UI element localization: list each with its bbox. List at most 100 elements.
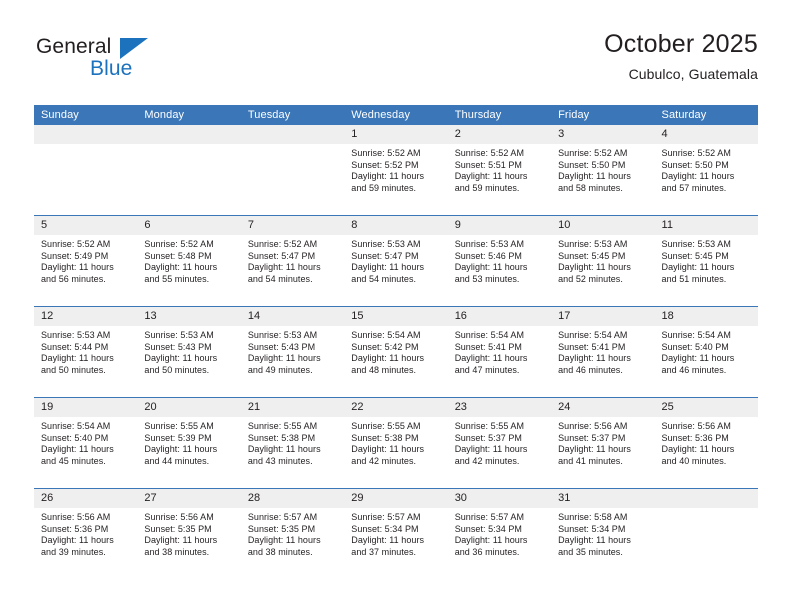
weekday-header-thursday: Thursday <box>447 105 552 125</box>
day-number: 30 <box>447 489 552 508</box>
sunset-text: Sunset: 5:36 PM <box>41 523 109 534</box>
calendar-day-cell[interactable]: 20 Sunrise: 5:55 AM Sunset: 5:39 PM Dayligh… <box>137 397 241 489</box>
calendar-day-cell[interactable]: 2 Sunrise: 5:52 AM Sunset: 5:51 PM Daylight… <box>447 125 552 216</box>
calendar-day-cell[interactable]: 29 Sunrise: 5:57 AM Sunset: 5:34 PM Dayligh… <box>344 488 448 579</box>
day-details: Sunrise: 5:54 AM Sunset: 5:41 PM Daylight:… <box>551 326 654 376</box>
calendar-day-cell[interactable]: 16 Sunrise: 5:54 AM Sunset: 5:41 PM Dayligh… <box>447 306 552 398</box>
day-details: Sunrise: 5:57 AM Sunset: 5:34 PM Daylight:… <box>448 508 551 558</box>
day-cell-content: 4 Sunrise: 5:52 AM Sunset: 5:50 PM Daylight… <box>654 125 758 215</box>
day-cell-content: 6 Sunrise: 5:52 AM Sunset: 5:48 PM Daylight… <box>137 216 241 306</box>
sunrise-text: Sunrise: 5:56 AM <box>661 421 731 431</box>
day-cell-content: 1 Sunrise: 5:52 AM Sunset: 5:52 PM Daylight… <box>344 125 448 215</box>
day-cell-content: 24 Sunrise: 5:56 AM Sunset: 5:37 PM Dayligh… <box>551 398 655 488</box>
calendar-day-cell[interactable]: 19 Sunrise: 5:54 AM Sunset: 5:40 PM Dayligh… <box>34 397 138 489</box>
daylight-text: Daylight: 11 hours and 42 minutes. <box>351 444 425 466</box>
daylight-text: Daylight: 11 hours and 39 minutes. <box>41 535 114 557</box>
sunset-text: Sunset: 5:50 PM <box>558 159 626 170</box>
day-details: Sunrise: 5:53 AM Sunset: 5:44 PM Daylight:… <box>34 326 137 376</box>
calendar-day-cell[interactable]: 23 Sunrise: 5:55 AM Sunset: 5:37 PM Dayligh… <box>447 397 552 489</box>
daylight-text: Daylight: 11 hours and 38 minutes. <box>247 535 321 557</box>
brand-name-blue: Blue <box>90 57 133 80</box>
day-details: Sunrise: 5:52 AM Sunset: 5:49 PM Daylight:… <box>34 235 137 285</box>
calendar-day-cell[interactable]: 6 Sunrise: 5:52 AM Sunset: 5:48 PM Daylight… <box>137 215 241 307</box>
day-details: Sunrise: 5:52 AM Sunset: 5:50 PM Daylight:… <box>655 144 758 194</box>
calendar-body: 1 Sunrise: 5:52 AM Sunset: 5:52 PM Daylight… <box>34 125 758 579</box>
day-cell-content: 10 Sunrise: 5:53 AM Sunset: 5:45 PM Dayligh… <box>551 216 655 306</box>
day-number: 17 <box>551 307 655 326</box>
sunrise-text: Sunrise: 5:55 AM <box>247 421 318 431</box>
day-cell-content: 17 Sunrise: 5:54 AM Sunset: 5:41 PM Dayligh… <box>551 307 655 397</box>
day-number <box>137 125 241 144</box>
calendar-day-cell[interactable]: 13 Sunrise: 5:53 AM Sunset: 5:43 PM Dayligh… <box>137 306 241 398</box>
sunrise-text: Sunrise: 5:52 AM <box>454 148 525 158</box>
day-number: 20 <box>137 398 241 417</box>
day-cell-content: 12 Sunrise: 5:53 AM Sunset: 5:44 PM Dayligh… <box>34 307 138 397</box>
day-details: Sunrise: 5:56 AM Sunset: 5:35 PM Daylight:… <box>137 508 240 558</box>
calendar-day-cell[interactable]: 31 Sunrise: 5:58 AM Sunset: 5:34 PM Dayligh… <box>551 488 655 579</box>
calendar-day-cell[interactable]: 10 Sunrise: 5:53 AM Sunset: 5:45 PM Dayligh… <box>551 215 655 307</box>
sunrise-text: Sunrise: 5:52 AM <box>558 148 628 158</box>
calendar-day-cell[interactable]: 25 Sunrise: 5:56 AM Sunset: 5:36 PM Dayligh… <box>654 397 758 489</box>
calendar-day-cell[interactable]: 21 Sunrise: 5:55 AM Sunset: 5:38 PM Dayligh… <box>240 397 345 489</box>
daylight-text: Daylight: 11 hours and 42 minutes. <box>454 444 528 466</box>
calendar-day-cell[interactable]: 1 Sunrise: 5:52 AM Sunset: 5:52 PM Daylight… <box>344 125 448 216</box>
calendar-day-cell[interactable]: 14 Sunrise: 5:53 AM Sunset: 5:43 PM Dayligh… <box>240 306 345 398</box>
calendar-day-cell[interactable]: 24 Sunrise: 5:56 AM Sunset: 5:37 PM Dayligh… <box>551 397 655 489</box>
page-header: General Blue October 2025 Cubulco, Guate… <box>34 28 758 96</box>
sunrise-text: Sunrise: 5:52 AM <box>247 239 318 249</box>
calendar-day-cell[interactable]: 5 Sunrise: 5:52 AM Sunset: 5:49 PM Daylight… <box>34 215 138 307</box>
day-number <box>240 125 345 144</box>
calendar-week-row: 5 Sunrise: 5:52 AM Sunset: 5:49 PM Daylight… <box>34 215 758 307</box>
sunrise-text: Sunrise: 5:52 AM <box>661 148 731 158</box>
weekday-header-monday: Monday <box>137 105 241 125</box>
calendar-day-cell[interactable]: 27 Sunrise: 5:56 AM Sunset: 5:35 PM Dayligh… <box>137 488 241 579</box>
day-cell-content: 18 Sunrise: 5:54 AM Sunset: 5:40 PM Dayligh… <box>654 307 758 397</box>
day-cell-content: 20 Sunrise: 5:55 AM Sunset: 5:39 PM Dayligh… <box>137 398 241 488</box>
calendar-head: Sunday Monday Tuesday Wednesday Thursday… <box>34 105 758 125</box>
calendar-day-cell[interactable]: 11 Sunrise: 5:53 AM Sunset: 5:45 PM Dayligh… <box>654 215 758 307</box>
day-number: 2 <box>447 125 552 144</box>
sunset-text: Sunset: 5:34 PM <box>558 523 626 534</box>
calendar-table: Sunday Monday Tuesday Wednesday Thursday… <box>34 105 758 579</box>
calendar-day-cell[interactable]: 8 Sunrise: 5:53 AM Sunset: 5:47 PM Daylight… <box>344 215 448 307</box>
page-subtitle: Cubulco, Guatemala <box>628 66 758 82</box>
sunrise-text: Sunrise: 5:53 AM <box>144 330 214 340</box>
sunrise-text: Sunrise: 5:52 AM <box>41 239 111 249</box>
calendar-day-cell[interactable]: 4 Sunrise: 5:52 AM Sunset: 5:50 PM Daylight… <box>654 125 758 216</box>
day-details: Sunrise: 5:52 AM Sunset: 5:50 PM Daylight:… <box>551 144 654 194</box>
day-cell-content <box>34 125 138 215</box>
calendar-day-cell[interactable]: 3 Sunrise: 5:52 AM Sunset: 5:50 PM Daylight… <box>551 125 655 216</box>
day-cell-content: 5 Sunrise: 5:52 AM Sunset: 5:49 PM Daylight… <box>34 216 138 306</box>
sunrise-text: Sunrise: 5:53 AM <box>351 239 421 249</box>
calendar-day-cell[interactable]: 30 Sunrise: 5:57 AM Sunset: 5:34 PM Dayligh… <box>447 488 552 579</box>
day-details: Sunrise: 5:56 AM Sunset: 5:36 PM Daylight:… <box>655 417 758 467</box>
brand-logo[interactable]: General Blue <box>34 34 274 96</box>
calendar-day-cell[interactable]: 9 Sunrise: 5:53 AM Sunset: 5:46 PM Daylight… <box>447 215 552 307</box>
daylight-text: Daylight: 11 hours and 59 minutes. <box>351 171 425 193</box>
sunset-text: Sunset: 5:38 PM <box>351 432 419 443</box>
daylight-text: Daylight: 11 hours and 56 minutes. <box>41 262 114 284</box>
calendar-day-cell[interactable]: 28 Sunrise: 5:57 AM Sunset: 5:35 PM Dayligh… <box>240 488 345 579</box>
calendar-day-cell[interactable]: 22 Sunrise: 5:55 AM Sunset: 5:38 PM Dayligh… <box>344 397 448 489</box>
calendar-day-cell[interactable]: 7 Sunrise: 5:52 AM Sunset: 5:47 PM Daylight… <box>240 215 345 307</box>
calendar-day-cell[interactable]: 15 Sunrise: 5:54 AM Sunset: 5:42 PM Dayligh… <box>344 306 448 398</box>
day-number: 31 <box>551 489 655 508</box>
day-details: Sunrise: 5:55 AM Sunset: 5:37 PM Daylight:… <box>448 417 551 467</box>
calendar-day-cell[interactable]: 26 Sunrise: 5:56 AM Sunset: 5:36 PM Dayligh… <box>34 488 138 579</box>
daylight-text: Daylight: 11 hours and 49 minutes. <box>247 353 321 375</box>
day-number: 10 <box>551 216 655 235</box>
sunset-text: Sunset: 5:34 PM <box>351 523 419 534</box>
sunrise-text: Sunrise: 5:54 AM <box>351 330 421 340</box>
day-number: 27 <box>137 489 241 508</box>
daylight-text: Daylight: 11 hours and 55 minutes. <box>144 262 218 284</box>
calendar-day-cell[interactable]: 12 Sunrise: 5:53 AM Sunset: 5:44 PM Dayligh… <box>34 306 138 398</box>
calendar-day-cell[interactable]: 18 Sunrise: 5:54 AM Sunset: 5:40 PM Dayligh… <box>654 306 758 398</box>
daylight-text: Daylight: 11 hours and 45 minutes. <box>41 444 114 466</box>
sunset-text: Sunset: 5:45 PM <box>661 250 729 261</box>
day-details: Sunrise: 5:57 AM Sunset: 5:35 PM Daylight:… <box>241 508 344 558</box>
calendar-day-cell[interactable]: 17 Sunrise: 5:54 AM Sunset: 5:41 PM Dayligh… <box>551 306 655 398</box>
day-cell-content: 9 Sunrise: 5:53 AM Sunset: 5:46 PM Daylight… <box>447 216 552 306</box>
sunset-text: Sunset: 5:50 PM <box>661 159 729 170</box>
sunset-text: Sunset: 5:37 PM <box>454 432 522 443</box>
sunrise-text: Sunrise: 5:53 AM <box>661 239 731 249</box>
